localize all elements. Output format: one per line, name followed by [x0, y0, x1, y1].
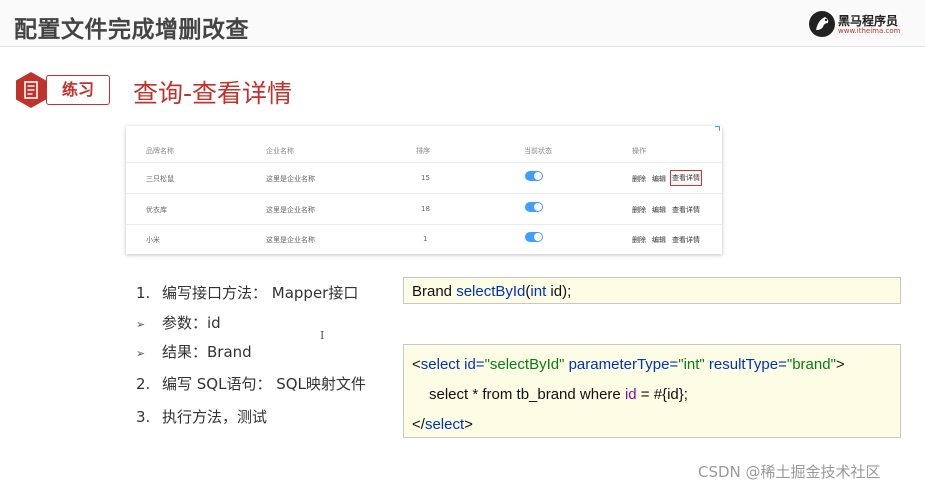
- step-result: ➢ 结果：Brand: [136, 341, 252, 362]
- code-token: select: [420, 356, 460, 373]
- company-cell: 这里是企业名称: [266, 236, 315, 244]
- brand-table-screenshot: 品牌名称 企业名称 排序 当前状态 操作 三只松鼠 这里是企业名称 15 删除 …: [126, 126, 722, 254]
- step-1: 1. 编写接口方法： Mapper接口: [136, 282, 358, 303]
- step-param: ➢ 参数：id: [136, 312, 221, 333]
- exercise-tag: 练习: [46, 75, 110, 105]
- code-token: >: [835, 356, 845, 373]
- code-method: selectById: [456, 283, 526, 300]
- code-token: parameterType=: [568, 356, 679, 373]
- step-2: 2. 编写 SQL语句： SQL映射文件: [136, 373, 366, 394]
- header-divider: [0, 46, 925, 47]
- brand-logo: 黑马程序员 www.itheima.com: [808, 10, 918, 38]
- arrow-bullet-icon: ➢: [136, 318, 146, 331]
- slide-title: 配置文件完成增删改查: [14, 17, 249, 43]
- company-cell: 这里是企业名称: [266, 206, 315, 214]
- step-number: 1.: [136, 284, 151, 302]
- code-token: select: [424, 416, 465, 433]
- section-title: 查询-查看详情: [133, 79, 293, 108]
- edit-link[interactable]: 编辑: [652, 205, 666, 215]
- step-3: 3. 执行方法，测试: [136, 406, 267, 427]
- status-toggle[interactable]: [525, 202, 543, 212]
- title-bar: 配置文件完成增删改查 黑马程序员 www.itheima.com: [0, 0, 925, 46]
- table-row: 小米 这里是企业名称 1 删除 编辑 查看详情: [126, 224, 722, 254]
- code-token: select * from tb_brand where: [429, 386, 625, 403]
- delete-link[interactable]: 删除: [632, 174, 646, 184]
- code-token: id=: [464, 356, 485, 373]
- arrow-bullet-icon: ➢: [136, 347, 146, 360]
- edit-link[interactable]: 编辑: [652, 174, 666, 184]
- delete-link[interactable]: 删除: [632, 235, 646, 245]
- view-details-link[interactable]: 查看详情: [672, 205, 700, 215]
- code-token: "selectById": [484, 356, 565, 373]
- code-token: "brand": [786, 356, 836, 373]
- code-line-1: <select id="selectById" parameterType="i…: [412, 356, 845, 373]
- brand-cell: 三只松鼠: [146, 175, 174, 183]
- code-param-name: id);: [546, 283, 572, 300]
- edit-link[interactable]: 编辑: [652, 235, 666, 245]
- table-header: 品牌名称 企业名称 排序 当前状态 操作: [126, 140, 722, 163]
- status-toggle[interactable]: [525, 232, 543, 242]
- code-token: </: [412, 416, 425, 433]
- order-cell: 1: [423, 235, 428, 243]
- header-brand: 品牌名称: [146, 147, 174, 155]
- code-line-3: </select>: [412, 416, 473, 433]
- company-cell: 这里是企业名称: [266, 175, 315, 183]
- view-details-link[interactable]: 查看详情: [670, 170, 702, 186]
- step-number: 3.: [136, 408, 151, 426]
- code-token: "int": [678, 356, 705, 373]
- brand-cell: 优衣库: [146, 206, 167, 214]
- order-cell: 15: [421, 174, 430, 182]
- delete-link[interactable]: 删除: [632, 205, 646, 215]
- mapper-method-code: Brand selectById(int id);: [403, 277, 901, 304]
- horse-logo-icon: [809, 11, 835, 37]
- table-row: 优衣库 这里是企业名称 18 删除 编辑 查看详情: [126, 194, 722, 225]
- code-token: resultType=: [708, 356, 787, 373]
- code-param-type: int: [530, 283, 547, 300]
- header-actions: 操作: [632, 147, 646, 155]
- header-company: 企业名称: [266, 147, 294, 155]
- step-text: 编写接口方法： Mapper接口: [162, 284, 359, 302]
- step-number: 2.: [136, 375, 151, 393]
- brand-cell: 小米: [146, 236, 160, 244]
- step-text: 结果：Brand: [162, 343, 252, 361]
- text-cursor-icon: I: [320, 329, 325, 342]
- sql-mapping-code: <select id="selectById" parameterType="i…: [403, 344, 901, 438]
- header-order: 排序: [416, 147, 430, 155]
- corner-mark: [715, 126, 720, 131]
- header-status: 当前状态: [524, 147, 552, 155]
- step-text: 执行方法，测试: [162, 408, 268, 426]
- watermark: CSDN @稀土掘金技术社区: [698, 463, 881, 481]
- view-details-link[interactable]: 查看详情: [672, 235, 700, 245]
- code-token: id: [624, 386, 637, 403]
- step-text: 参数：id: [162, 314, 221, 332]
- logo-url: www.itheima.com: [838, 27, 901, 35]
- step-text: 编写 SQL语句： SQL映射文件: [162, 375, 366, 393]
- code-token: >: [464, 416, 473, 433]
- order-cell: 18: [421, 205, 430, 213]
- code-line-2: select * from tb_brand where id = #{id};: [429, 386, 688, 403]
- code-token: = #{id};: [636, 386, 688, 403]
- code-token: <: [412, 356, 421, 373]
- code-type: Brand: [412, 283, 453, 300]
- document-hexagon-icon: [16, 72, 46, 108]
- table-row: 三只松鼠 这里是企业名称 15 删除 编辑 查看详情: [126, 163, 722, 194]
- status-toggle[interactable]: [525, 171, 543, 181]
